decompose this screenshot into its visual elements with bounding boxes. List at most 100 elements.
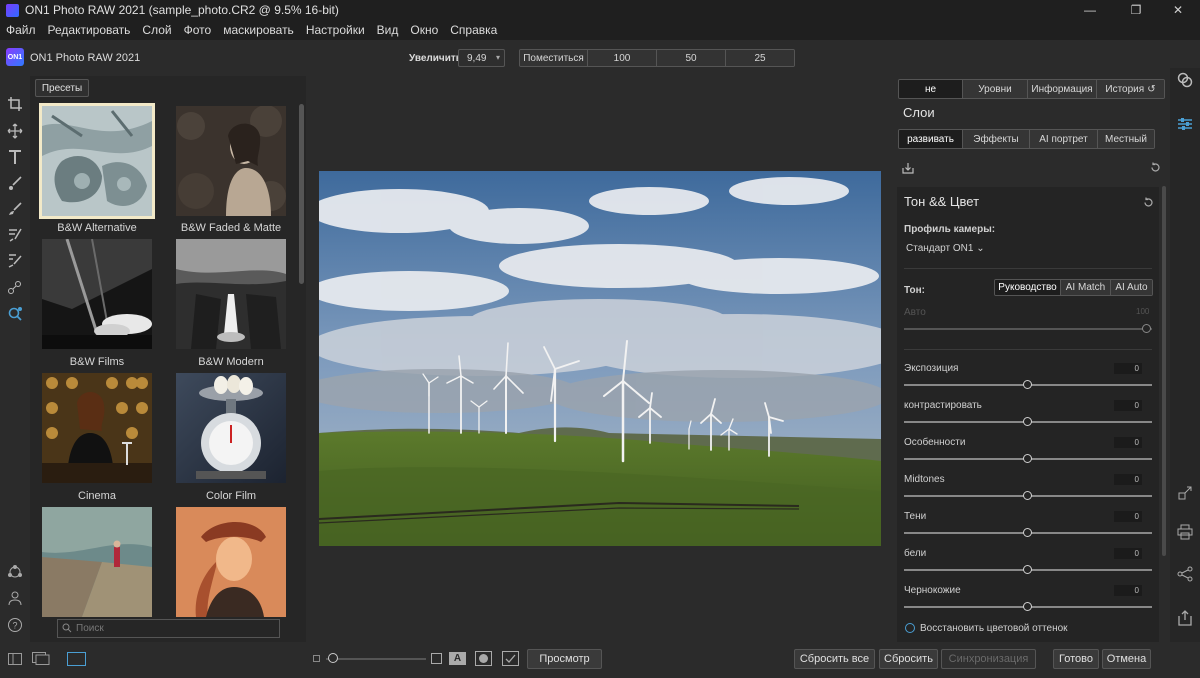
tab-navigator[interactable]: не xyxy=(899,80,963,98)
tone-mode-ai-match[interactable]: AI Match xyxy=(1061,280,1111,295)
menu-help[interactable]: Справка xyxy=(444,23,503,37)
menu-window[interactable]: Окно xyxy=(404,23,444,37)
slider-knob[interactable] xyxy=(1023,417,1032,426)
masking-brush-icon[interactable] xyxy=(5,199,25,219)
thumbnail-size-knob[interactable] xyxy=(328,653,338,663)
slider-value[interactable]: 0 xyxy=(1114,400,1142,411)
camera-profile-select[interactable]: Стандарт ON1 ⌄ xyxy=(906,243,985,254)
tone-mode-manual[interactable]: Руководство xyxy=(995,280,1061,295)
slider-value[interactable]: 0 xyxy=(1114,474,1142,485)
auto-slider-track[interactable] xyxy=(904,328,1152,330)
crop-icon[interactable] xyxy=(5,94,25,114)
tab-local[interactable]: Местный xyxy=(1098,130,1154,148)
browse-icon[interactable] xyxy=(1175,70,1195,90)
menu-photo[interactable]: Фото xyxy=(178,23,218,37)
retouch-brush-icon[interactable] xyxy=(5,251,25,271)
section-reset-icon[interactable] xyxy=(1143,197,1154,208)
filmstrip-icon[interactable] xyxy=(32,652,50,665)
preset-thumbnail[interactable] xyxy=(176,239,286,349)
tab-effects[interactable]: Эффекты xyxy=(963,130,1030,148)
preset-thumbnail[interactable] xyxy=(39,103,155,219)
presets-tab[interactable]: Пресеты xyxy=(35,79,89,97)
text-tool-icon[interactable] xyxy=(5,147,25,167)
slider-value[interactable]: 0 xyxy=(1114,548,1142,559)
slider-knob[interactable] xyxy=(1023,454,1032,463)
slider-value[interactable]: 0 xyxy=(1114,511,1142,522)
extras-icon[interactable] xyxy=(5,562,25,582)
slider-value[interactable]: 0 xyxy=(1114,363,1142,374)
menu-view[interactable]: Вид xyxy=(371,23,405,37)
module-tabs: развивать Эффекты AI портрет Местный xyxy=(898,129,1155,149)
presets-scrollbar[interactable] xyxy=(299,104,304,284)
image-canvas[interactable] xyxy=(306,76,894,642)
slider-knob[interactable] xyxy=(1023,565,1032,574)
cancel-button[interactable]: Отмена xyxy=(1102,649,1151,669)
share-icon[interactable] xyxy=(1175,564,1195,584)
preset-thumbnail[interactable] xyxy=(176,373,286,483)
menu-edit[interactable]: Редактировать xyxy=(42,23,137,37)
slider-knob[interactable] xyxy=(1023,602,1032,611)
slider-knob[interactable] xyxy=(1023,491,1032,500)
preset-thumbnail[interactable] xyxy=(42,507,152,617)
menu-settings[interactable]: Настройки xyxy=(300,23,371,37)
slider-knob[interactable] xyxy=(1023,380,1032,389)
preset-thumbnail[interactable] xyxy=(42,239,152,349)
export-icon[interactable] xyxy=(1175,608,1195,628)
tab-levels[interactable]: Уровни xyxy=(963,80,1028,98)
transform-icon[interactable] xyxy=(5,121,25,141)
preset-thumbnail[interactable] xyxy=(176,507,286,617)
restore-color-radio[interactable] xyxy=(905,623,915,633)
slider-value[interactable]: 0 xyxy=(1114,437,1142,448)
zoom-label: Увеличить xyxy=(409,53,462,64)
thumbnail-large-icon xyxy=(431,653,442,664)
tab-ai-portrait[interactable]: AI портрет xyxy=(1030,130,1098,148)
resize-icon[interactable] xyxy=(1175,483,1195,503)
thumbnail-size-slider[interactable] xyxy=(326,658,426,660)
slider-knob[interactable] xyxy=(1023,528,1032,537)
reset-all-button[interactable]: Сбросить все xyxy=(794,649,875,669)
zoom-25-button[interactable]: 25 xyxy=(726,50,794,66)
compare-icon[interactable] xyxy=(502,651,519,666)
slider-value[interactable]: 0 xyxy=(1114,585,1142,596)
help-icon[interactable]: ? xyxy=(5,615,25,635)
preset-thumbnail[interactable] xyxy=(176,106,286,216)
add-filter-icon[interactable] xyxy=(902,162,914,174)
clone-stamp-icon[interactable] xyxy=(5,277,25,297)
preview-button[interactable]: Просмотр xyxy=(527,649,602,669)
tab-develop[interactable]: развивать xyxy=(899,130,963,148)
menu-layer[interactable]: Слой xyxy=(136,23,177,37)
edit-sliders-icon[interactable] xyxy=(1175,114,1195,134)
adjustments-scrollbar[interactable] xyxy=(1162,186,1166,556)
tab-history[interactable]: История ↺ xyxy=(1097,80,1164,98)
single-view-icon[interactable] xyxy=(67,652,86,666)
print-icon[interactable] xyxy=(1175,522,1195,542)
done-button[interactable]: Готово xyxy=(1053,649,1099,669)
tab-info[interactable]: Информация xyxy=(1028,80,1097,98)
menu-file[interactable]: Файл xyxy=(0,23,42,37)
zoom-select[interactable]: 9,49 ▾ xyxy=(458,49,505,67)
zoom-100-button[interactable]: 100 xyxy=(588,50,657,66)
zoom-50-button[interactable]: 50 xyxy=(657,50,726,66)
refine-brush-icon[interactable] xyxy=(5,304,25,324)
text-overlay-toggle[interactable]: A xyxy=(449,652,466,665)
zoom-fit-button[interactable]: Поместиться xyxy=(520,50,588,66)
reset-icon[interactable] xyxy=(1150,162,1161,173)
reset-button[interactable]: Сбросить xyxy=(879,649,938,669)
tone-mode-ai-auto[interactable]: AI Auto xyxy=(1111,280,1152,295)
app-icon xyxy=(6,3,19,17)
mask-overlay-icon[interactable] xyxy=(475,651,492,666)
preset-thumbnail[interactable] xyxy=(42,373,152,483)
sync-button[interactable]: Синхронизация xyxy=(941,649,1036,669)
auto-slider-knob[interactable] xyxy=(1142,324,1151,333)
account-icon[interactable] xyxy=(5,588,25,608)
close-button[interactable]: ✕ xyxy=(1156,0,1200,20)
adjustable-gradient-icon[interactable] xyxy=(5,225,25,245)
minimize-button[interactable]: — xyxy=(1068,0,1112,20)
main-photo[interactable] xyxy=(319,171,881,546)
menu-mask[interactable]: маскировать xyxy=(217,23,300,37)
presets-search-input[interactable]: Поиск xyxy=(57,619,280,638)
maximize-button[interactable]: ❐ xyxy=(1114,0,1158,20)
brush-icon[interactable] xyxy=(5,173,25,193)
section-title: Тон && Цвет xyxy=(904,194,980,209)
toggle-left-panel-icon[interactable] xyxy=(8,653,22,665)
